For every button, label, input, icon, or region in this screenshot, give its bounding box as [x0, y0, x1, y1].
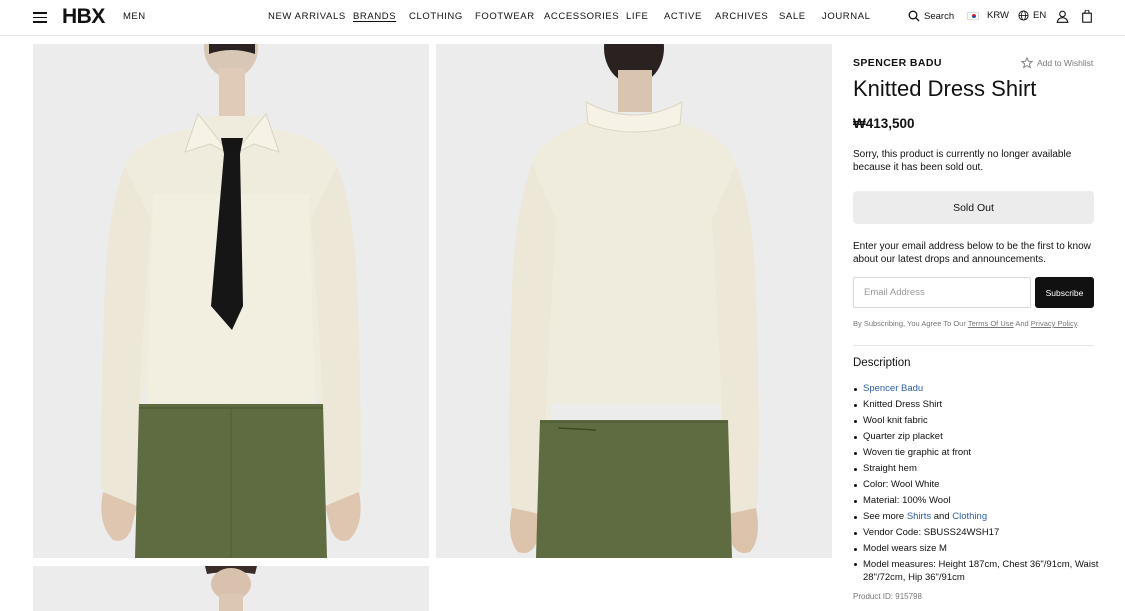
- currency-selector[interactable]: KRW: [967, 10, 1009, 21]
- brand-link[interactable]: Spencer Badu: [863, 383, 923, 394]
- nav-sale[interactable]: SALE: [779, 11, 806, 22]
- list-item: Material: 100% Wool: [853, 493, 1103, 509]
- user-icon[interactable]: [1056, 10, 1069, 23]
- product-brand[interactable]: SPENCER BADU: [853, 57, 942, 69]
- site-logo[interactable]: HBX: [62, 5, 105, 29]
- terms-and: And: [1015, 319, 1029, 328]
- clothing-link[interactable]: Clothing: [952, 511, 987, 522]
- newsletter-text: Enter your email address below to be the…: [853, 241, 1091, 265]
- list-item: Spencer Badu: [853, 381, 1103, 397]
- wishlist-label: Add to Wishlist: [1037, 58, 1094, 68]
- description-heading: Description: [853, 357, 911, 369]
- terms-suffix: .: [1076, 319, 1079, 328]
- email-field[interactable]: [853, 277, 1031, 308]
- nav-new-arrivals[interactable]: NEW ARRIVALS: [268, 11, 346, 22]
- search-button[interactable]: Search: [908, 10, 954, 22]
- list-item: Color: Wool White: [853, 477, 1103, 493]
- product-id: Product ID: 915798: [853, 592, 922, 601]
- nav-journal[interactable]: JOURNAL: [822, 11, 871, 22]
- star-icon: [1021, 57, 1033, 69]
- globe-icon: [1018, 10, 1029, 21]
- site-header: HBX MEN NEW ARRIVALS BRANDS CLOTHING FOO…: [0, 0, 1125, 36]
- list-item: See more Shirts and Clothing: [853, 509, 1103, 525]
- language-selector[interactable]: EN: [1018, 10, 1046, 21]
- list-item: Wool knit fabric: [853, 413, 1103, 429]
- privacy-policy-link[interactable]: Privacy Policy: [1031, 319, 1077, 328]
- product-price: ₩413,500: [853, 116, 915, 131]
- shirts-link[interactable]: Shirts: [907, 511, 931, 522]
- see-more-and: and: [933, 511, 950, 522]
- list-item: Model wears size M: [853, 541, 1103, 557]
- terms-of-use-link[interactable]: Terms Of Use: [968, 319, 1014, 328]
- nav-active[interactable]: ACTIVE: [664, 11, 702, 22]
- product-title: Knitted Dress Shirt: [853, 76, 1037, 101]
- description-list: Spencer Badu Knitted Dress Shirt Wool kn…: [853, 381, 1103, 585]
- see-more-prefix: See more: [863, 511, 905, 522]
- language-label: EN: [1033, 10, 1047, 21]
- divider: [853, 345, 1094, 346]
- terms-prefix: By Subscribing, You Agree To Our: [853, 319, 966, 328]
- sold-out-message: Sorry, this product is currently no long…: [853, 149, 1072, 173]
- list-item: Vendor Code: SBUSS24WSH17: [853, 525, 1103, 541]
- search-icon: [908, 10, 920, 22]
- search-label: Search: [924, 10, 955, 22]
- product-image-front[interactable]: [33, 44, 429, 558]
- nav-footwear[interactable]: FOOTWEAR: [475, 11, 535, 22]
- sold-out-button[interactable]: Sold Out: [853, 191, 1094, 224]
- section-men[interactable]: MEN: [123, 11, 146, 22]
- subscribe-button[interactable]: Subscribe: [1035, 277, 1094, 308]
- product-image-detail[interactable]: [33, 566, 429, 611]
- currency-label: KRW: [987, 10, 1009, 21]
- list-item: Knitted Dress Shirt: [853, 397, 1103, 413]
- nav-accessories[interactable]: ACCESSORIES: [544, 11, 619, 22]
- subscribe-terms-note: By Subscribing, You Agree To Our Terms O…: [853, 319, 1079, 328]
- nav-life[interactable]: LIFE: [626, 11, 648, 22]
- bag-icon[interactable]: [1082, 10, 1092, 23]
- nav-brands[interactable]: BRANDS: [353, 11, 396, 22]
- list-item: Woven tie graphic at front: [853, 445, 1103, 461]
- add-to-wishlist-button[interactable]: Add to Wishlist: [1021, 57, 1093, 69]
- nav-clothing[interactable]: CLOTHING: [409, 11, 463, 22]
- nav-archives[interactable]: ARCHIVES: [715, 11, 768, 22]
- product-image-back[interactable]: [436, 44, 832, 558]
- menu-icon[interactable]: [33, 11, 47, 23]
- korea-flag-icon: [967, 11, 979, 20]
- list-item: Model measures: Height 187cm, Chest 36"/…: [853, 557, 1103, 585]
- list-item: Quarter zip placket: [853, 429, 1103, 445]
- list-item: Straight hem: [853, 461, 1103, 477]
